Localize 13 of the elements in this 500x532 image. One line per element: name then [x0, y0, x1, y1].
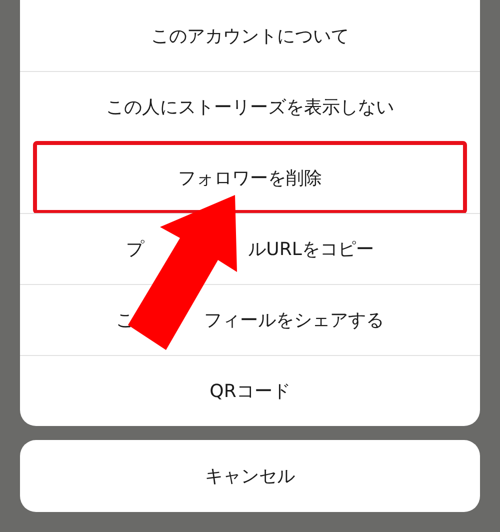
- menu-item-label: この人にストーリーズを表示しない: [106, 96, 394, 119]
- menu-item-label: このアカウントについて: [151, 24, 349, 48]
- menu-item[interactable]: このアカウントについて: [20, 0, 480, 71]
- menu-item-label: プ: [126, 238, 144, 261]
- menu-item-label: こ: [116, 309, 134, 332]
- menu-item-label: QRコード: [210, 380, 290, 403]
- highlighted-menu-item[interactable]: フォロワーを削除: [34, 142, 466, 213]
- menu-item-label: フィールをシェアする: [204, 309, 384, 332]
- menu-item-label: フォロワーを削除: [178, 167, 322, 190]
- menu-item-label: ルURLをコピー: [248, 238, 374, 261]
- cancel-button[interactable]: キャンセル: [20, 440, 480, 512]
- menu-item[interactable]: この人にストーリーズを表示しない: [20, 71, 480, 142]
- menu-item[interactable]: QRコード: [20, 355, 480, 426]
